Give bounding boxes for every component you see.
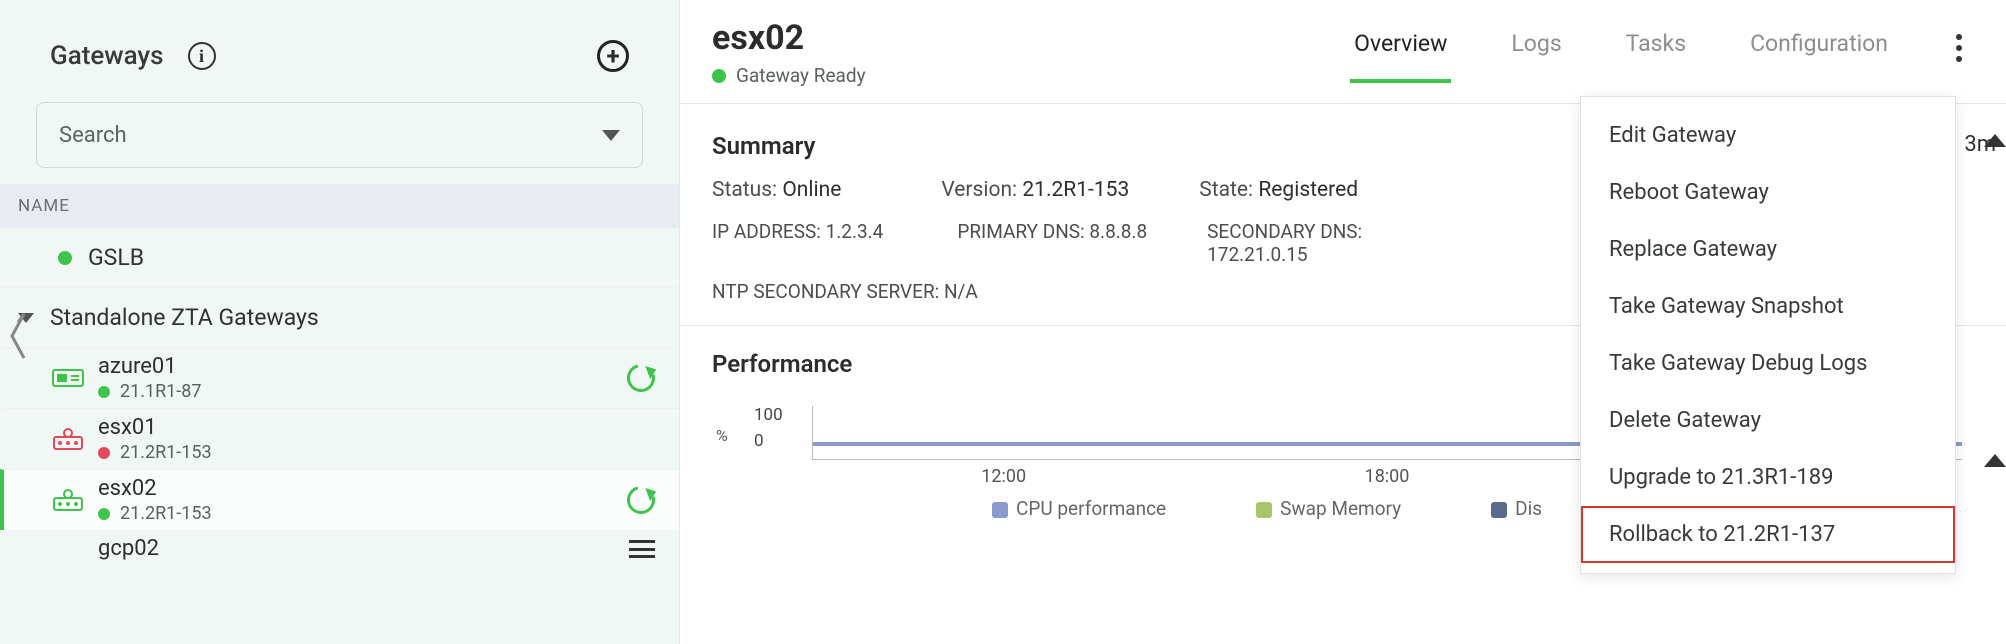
legend-swatch-icon — [1491, 502, 1507, 518]
group-label: GSLB — [88, 244, 144, 271]
tab-tasks[interactable]: Tasks — [1622, 18, 1690, 83]
status-dot-icon — [98, 386, 110, 398]
summary-primary-dns: PRIMARY DNS: 8.8.8.8 — [957, 220, 1147, 266]
actions-menu-button[interactable] — [1956, 34, 1962, 62]
row-menu-button[interactable] — [629, 540, 655, 558]
chevron-down-icon — [602, 130, 620, 141]
summary-version: Version: 21.2R1-153 — [941, 178, 1129, 202]
menu-reboot-gateway[interactable]: Reboot Gateway — [1581, 164, 1955, 221]
gateway-server-icon — [52, 488, 84, 512]
legend-swatch-icon — [992, 502, 1008, 518]
summary-secondary-dns: SECONDARY DNS: 172.21.0.15 — [1207, 220, 1437, 266]
sidebar-title: Gateways — [50, 41, 164, 71]
collapse-summary-button[interactable] — [1984, 134, 2006, 147]
status-dot-icon — [58, 251, 72, 265]
gateway-name: gcp02 — [98, 536, 159, 561]
chevron-up-icon — [1984, 454, 2006, 467]
detail-header: esx02 Gateway Ready Overview Logs Tasks … — [680, 0, 2006, 104]
gateway-name: azure01 — [98, 354, 202, 379]
gateway-detail-pane: esx02 Gateway Ready Overview Logs Tasks … — [680, 0, 2006, 644]
detail-status: Gateway Ready — [736, 64, 866, 87]
detail-tabs: Overview Logs Tasks Configuration — [1350, 18, 1892, 83]
gateway-version: 21.2R1-153 — [120, 442, 212, 463]
status-dot-icon — [712, 69, 726, 83]
tab-configuration[interactable]: Configuration — [1746, 18, 1892, 83]
gateway-row-esx02[interactable]: esx02 21.2R1-153 — [0, 469, 679, 530]
sync-button[interactable] — [627, 364, 655, 392]
gateway-name: esx01 — [98, 415, 212, 440]
group-label: Standalone ZTA Gateways — [50, 304, 319, 331]
legend-swatch-icon — [1256, 502, 1272, 518]
tab-overview[interactable]: Overview — [1350, 18, 1451, 83]
menu-delete-gateway[interactable]: Delete Gateway — [1581, 392, 1955, 449]
legend-item: Dis — [1491, 497, 1542, 520]
tab-logs[interactable]: Logs — [1507, 18, 1565, 83]
gateway-group-standalone[interactable]: Standalone ZTA Gateways — [0, 288, 679, 348]
sync-icon — [622, 481, 660, 519]
sidebar-header: Gateways i + — [0, 0, 679, 92]
chart-y-ticks: 100 0 — [754, 402, 783, 454]
collapse-sidebar-handle[interactable] — [6, 310, 30, 368]
detail-title: esx02 — [712, 18, 866, 58]
menu-replace-gateway[interactable]: Replace Gateway — [1581, 221, 1955, 278]
gateway-group-gslb[interactable]: GSLB — [0, 228, 679, 288]
legend-item: Swap Memory — [1256, 497, 1401, 520]
menu-edit-gateway[interactable]: Edit Gateway — [1581, 107, 1955, 164]
menu-take-snapshot[interactable]: Take Gateway Snapshot — [1581, 278, 1955, 335]
gateway-row-gcp02[interactable]: gcp02 — [0, 530, 679, 561]
add-gateway-button[interactable]: + — [597, 40, 629, 72]
summary-ntp-secondary: NTP SECONDARY SERVER: N/A — [712, 280, 1162, 303]
gateway-version: 21.2R1-153 — [120, 503, 212, 524]
status-dot-icon — [98, 508, 110, 520]
sync-icon — [622, 359, 660, 397]
gateway-row-esx01[interactable]: esx01 21.2R1-153 — [0, 408, 679, 469]
sync-button[interactable] — [627, 486, 655, 514]
menu-icon — [629, 540, 655, 558]
name-column-header: NAME — [0, 184, 679, 228]
gateway-version: 21.1R1-87 — [120, 381, 202, 402]
search-input[interactable]: Search — [36, 102, 643, 168]
chart-ylabel: % — [716, 426, 728, 445]
menu-upgrade[interactable]: Upgrade to 21.3R1-189 — [1581, 449, 1955, 506]
info-icon[interactable]: i — [188, 42, 216, 70]
gateway-card-icon — [52, 366, 84, 390]
gateway-actions-menu: Edit Gateway Reboot Gateway Replace Gate… — [1580, 96, 1956, 574]
collapse-performance-button[interactable] — [1984, 454, 2006, 467]
status-dot-icon — [98, 447, 110, 459]
menu-rollback[interactable]: Rollback to 21.2R1-137 — [1581, 506, 1955, 563]
summary-state: State: Registered — [1199, 178, 1358, 202]
chevron-up-icon — [1984, 134, 2006, 147]
summary-ip: IP ADDRESS: 1.2.3.4 — [712, 220, 883, 266]
gateway-name: esx02 — [98, 476, 212, 501]
gateways-sidebar: Gateways i + Search NAME GSLB Standalone… — [0, 0, 680, 644]
menu-take-debug-logs[interactable]: Take Gateway Debug Logs — [1581, 335, 1955, 392]
gateway-server-icon — [52, 427, 84, 451]
search-placeholder: Search — [59, 123, 602, 148]
summary-status: Status: Online — [712, 178, 841, 202]
gateway-row-azure01[interactable]: azure01 21.1R1-87 — [0, 348, 679, 408]
legend-item: CPU performance — [992, 497, 1166, 520]
